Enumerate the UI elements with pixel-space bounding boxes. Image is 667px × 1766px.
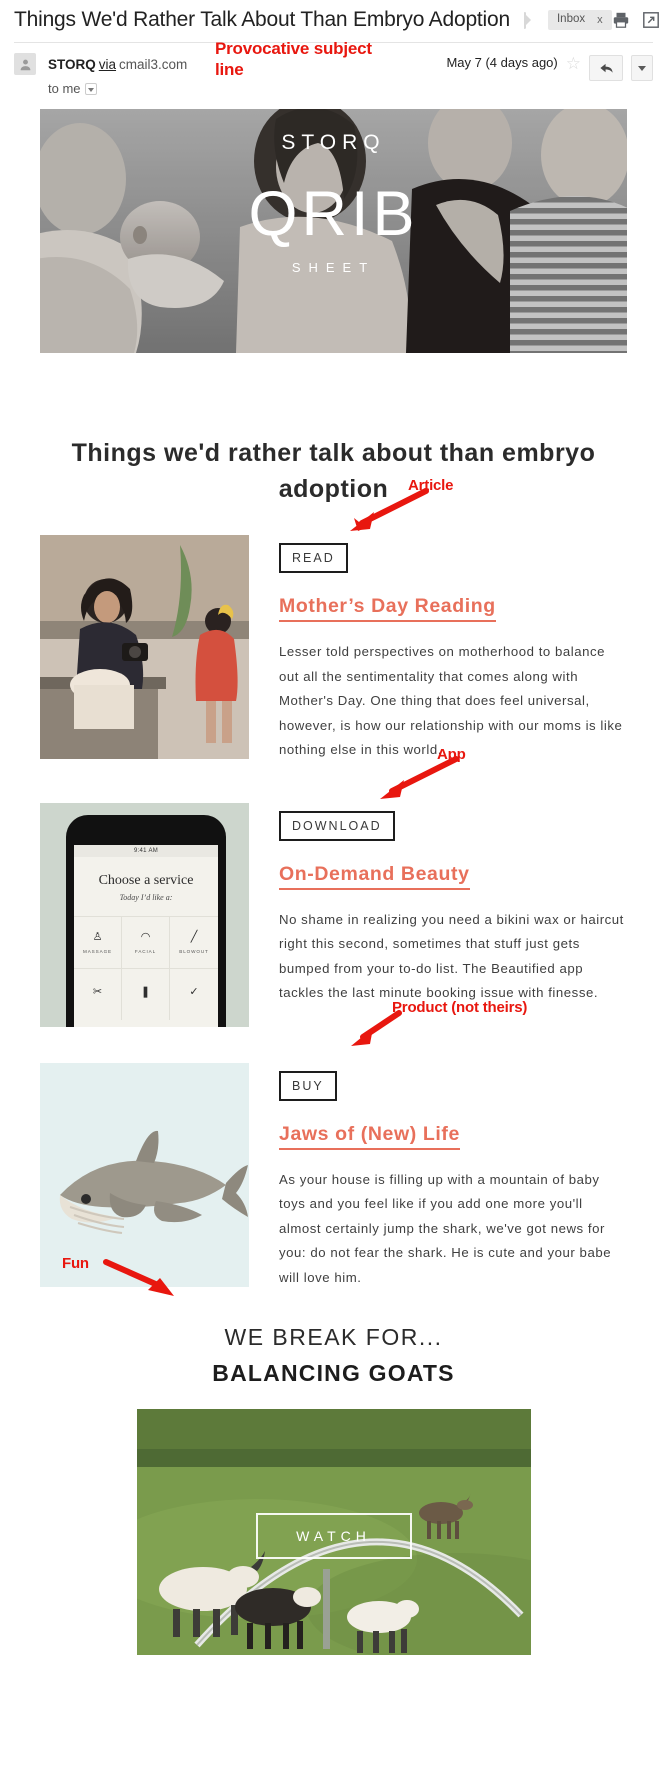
break-line-1: WE BREAK FOR... — [224, 1324, 443, 1350]
annotation-arrow-app — [380, 756, 459, 799]
massage-icon: ♙ — [92, 931, 103, 943]
phone-subheading: Today I’d like a: — [119, 892, 173, 902]
print-icon[interactable] — [612, 11, 630, 29]
sender-meta: STORQ via cmail3.com to me — [48, 53, 187, 99]
content-section-buy: BUY Jaws of (New) Life As your house is … — [40, 1062, 627, 1291]
content-section-download: 9:41 AM Choose a service Today I’d like … — [40, 802, 627, 1027]
annotation-fun: Fun — [62, 1255, 89, 1272]
date-and-actions: May 7 (4 days ago) ☆ — [446, 53, 653, 99]
service-cell[interactable]: ♙ MASSAGE — [74, 915, 122, 968]
star-icon[interactable]: ☆ — [566, 55, 581, 72]
service-cell[interactable]: ◠ FACIAL — [122, 915, 170, 968]
hero-banner: STORQ QRIB SHEET — [40, 108, 627, 353]
hero-title: QRIB — [248, 178, 419, 249]
phone-heading: Choose a service — [98, 872, 194, 888]
read-cta-button[interactable]: READ — [279, 543, 348, 573]
annotation-subject: Provocative subject line — [215, 39, 372, 80]
facial-icon: ◠ — [140, 931, 151, 943]
blowout-icon: ╱ — [190, 931, 198, 943]
nail-polish-icon: ❚ — [140, 985, 151, 998]
plush-shark-toy-photo — [40, 1062, 249, 1287]
recipient-line[interactable]: to me — [48, 79, 187, 99]
break-line-2: BALANCING GOATS — [212, 1360, 455, 1386]
email-body: STORQ QRIB SHEET Things we'd rather talk… — [0, 108, 667, 1655]
recipient-details-caret-icon[interactable] — [84, 82, 97, 95]
service-cell[interactable]: ✂ — [74, 967, 122, 1020]
section-description: As your house is filling up with a mount… — [279, 1171, 612, 1285]
hero-text-overlay: STORQ QRIB SHEET — [40, 109, 627, 353]
download-cta-button[interactable]: DOWNLOAD — [279, 810, 395, 841]
annotation-arrow-fun — [103, 1259, 174, 1296]
service-cell[interactable]: ✓ — [170, 967, 218, 1020]
more-options-button[interactable] — [631, 55, 653, 81]
section-description: No shame in realizing you need a bikini … — [279, 911, 624, 1001]
service-cell[interactable]: ❚ — [122, 967, 170, 1020]
recipient-label: to me — [48, 81, 81, 96]
section-body: READ Mother’s Day Reading Lesser told pe… — [279, 535, 627, 763]
email-date: May 7 (4 days ago) — [446, 55, 558, 70]
section-thumbnail[interactable] — [40, 1062, 249, 1287]
email-header-bar: Things We'd Rather Talk About Than Embry… — [0, 0, 667, 42]
mother-and-daughter-photo — [40, 535, 249, 759]
section-body: DOWNLOAD On-Demand Beauty No shame in re… — [279, 803, 627, 1006]
phone-status-bar: 9:41 AM — [74, 844, 218, 857]
newsletter-heading: Things we'd rather talk about than embry… — [71, 438, 596, 503]
label-tag-icon[interactable] — [523, 11, 531, 29]
heel-icon: ✓ — [189, 985, 199, 998]
sender-name[interactable]: STORQ — [48, 57, 96, 72]
section-title-link[interactable]: On-Demand Beauty — [279, 863, 470, 890]
service-label: MASSAGE — [82, 949, 113, 954]
open-in-new-window-icon[interactable] — [642, 11, 660, 29]
contact-avatar-icon[interactable] — [14, 53, 36, 75]
phone-status-time: 9:41 AM — [133, 847, 159, 854]
sender-domain: cmail3.com — [119, 57, 188, 72]
via-word: via — [98, 57, 117, 72]
scissors-icon: ✂ — [92, 985, 103, 998]
annotation-arrow-product — [351, 1010, 402, 1046]
remove-label-icon[interactable]: x — [597, 14, 603, 26]
section-thumbnail[interactable]: 9:41 AM Choose a service Today I’d like … — [40, 802, 249, 1027]
service-grid: ♙ MASSAGE ◠ FACIAL ╱ BLOWOUT ✂ ❚ ✓ — [74, 915, 218, 1020]
phone-screen: 9:41 AM Choose a service Today I’d like … — [74, 844, 218, 1027]
content-section-read: READ Mother’s Day Reading Lesser told pe… — [40, 535, 627, 763]
inbox-label-text: Inbox — [556, 13, 586, 26]
section-title-link[interactable]: Mother’s Day Reading — [279, 595, 496, 623]
header-actions — [612, 11, 666, 29]
service-label: FACIAL — [134, 949, 157, 954]
email-subject: Things We'd Rather Talk About Than Embry… — [14, 8, 510, 31]
watch-button[interactable]: WATCH — [255, 1513, 412, 1559]
service-label: BLOWOUT — [179, 949, 209, 954]
annotation-arrow-article — [350, 488, 429, 531]
hero-subtitle: SHEET — [291, 259, 376, 275]
video-thumbnail[interactable]: WATCH — [136, 1409, 531, 1655]
hero-brand: STORQ — [281, 130, 386, 154]
iphone-mockup: 9:41 AM Choose a service Today I’d like … — [66, 814, 226, 1027]
section-thumbnail[interactable] — [40, 535, 249, 759]
sender-line: STORQ via cmail3.com — [48, 53, 187, 77]
break-section: WE BREAK FOR... BALANCING GOATS — [0, 1324, 667, 1387]
service-cell[interactable]: ╱ BLOWOUT — [170, 915, 218, 968]
watch-label: WATCH — [296, 1528, 371, 1544]
section-title-link[interactable]: Jaws of (New) Life — [279, 1123, 460, 1150]
phone-header: Choose a service Today I’d like a: — [74, 857, 218, 902]
annotation-product: Product (not theirs) — [392, 999, 528, 1016]
section-body: BUY Jaws of (New) Life As your house is … — [279, 1063, 627, 1291]
inbox-label-chip[interactable]: Inbox x — [547, 10, 612, 30]
section-description: Lesser told perspectives on motherhood t… — [279, 644, 623, 758]
reply-button[interactable] — [589, 55, 623, 81]
buy-cta-button[interactable]: BUY — [279, 1070, 337, 1101]
